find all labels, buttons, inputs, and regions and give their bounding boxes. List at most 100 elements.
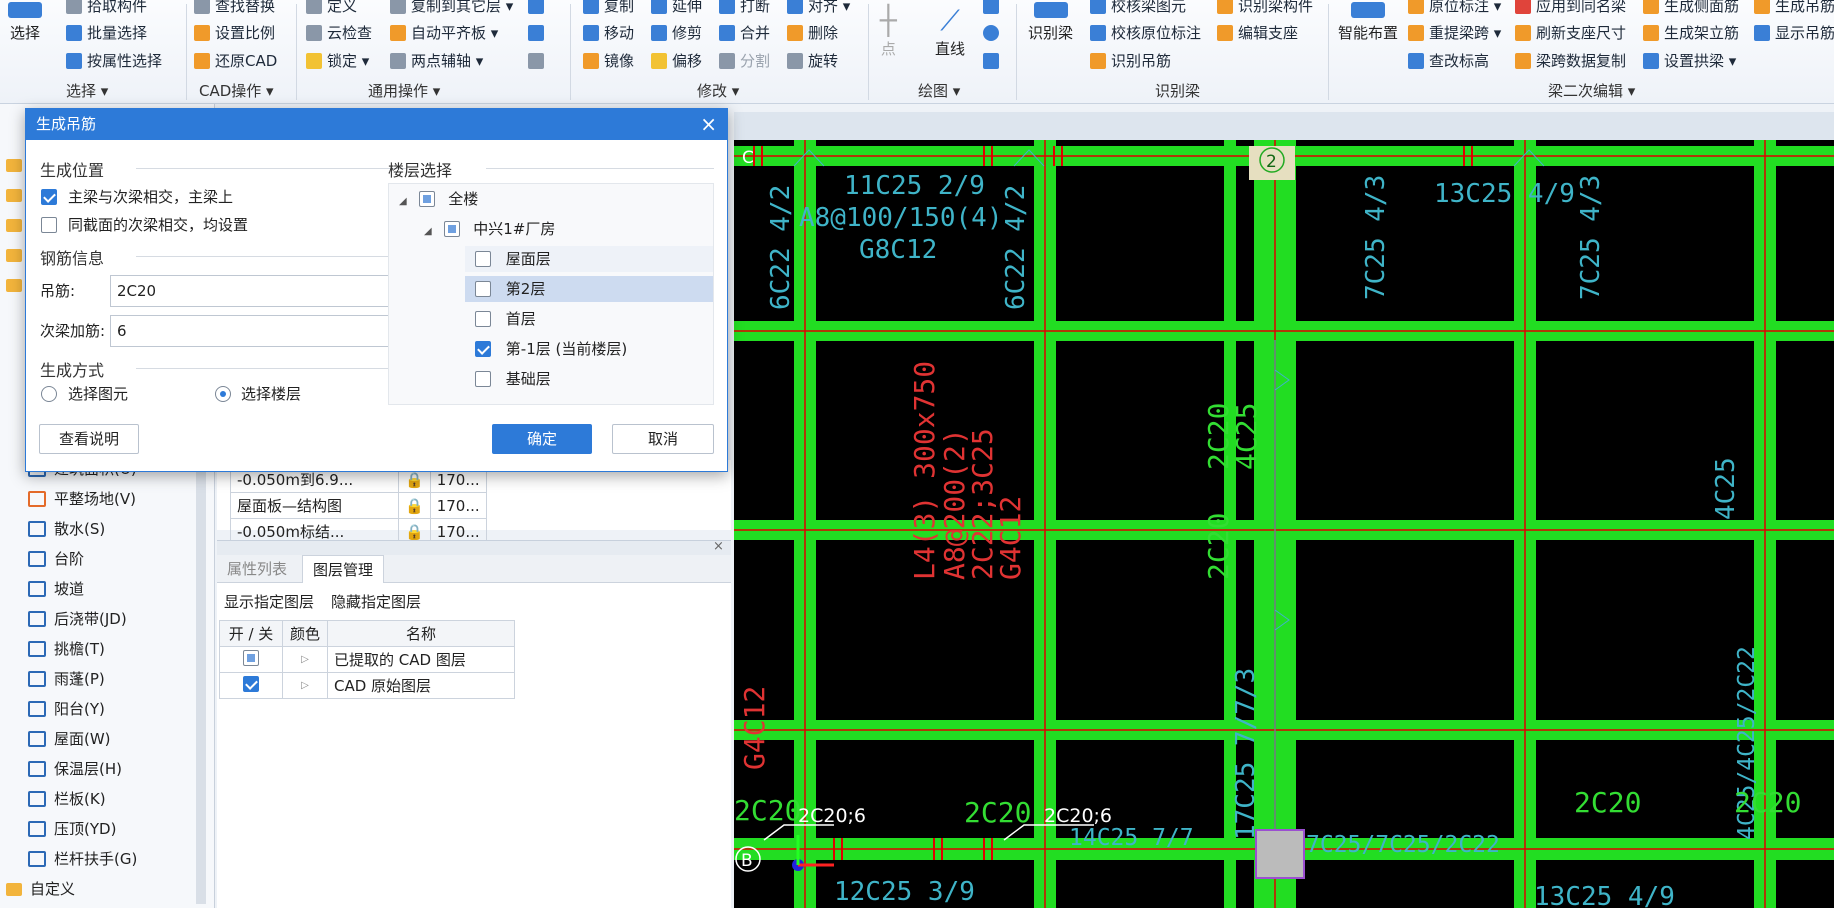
attr-select-button[interactable]: 按属性选择 [66,49,162,73]
restore-cad-button[interactable]: 还原CAD [194,49,277,73]
group-modify[interactable]: 修改 ▾ [697,80,739,102]
group-draw[interactable]: 绘图 ▾ [918,80,960,102]
hanger-input[interactable]: 2C20 [110,275,406,307]
table-row[interactable]: 屋面板—结构图 🔒 170... [230,492,487,519]
nav-item[interactable]: 挑檐(T) [28,636,105,662]
recognize-hanger-button[interactable]: 识别吊筋 [1090,49,1171,73]
opt-same-section-checkbox[interactable] [41,217,57,233]
gen-side-rebar-button[interactable]: 生成侧面筋 [1643,0,1739,18]
lock-button[interactable]: 锁定 ▾ [306,49,369,73]
tree-node-all[interactable]: ◢ 全楼 [399,186,478,212]
two-point-axis-button[interactable]: 两点辅轴 ▾ [390,49,483,73]
nav-item[interactable]: 散水(S) [28,516,105,542]
trim-button[interactable]: 修剪 [651,21,702,45]
copy-button[interactable]: 复制 [583,0,634,18]
cancel-button[interactable]: 取消 [612,424,714,454]
floor-checkbox[interactable] [475,311,491,327]
floor-checkbox[interactable] [475,281,491,297]
tab-properties[interactable]: 属性列表 [217,555,297,583]
collapse-triangle-icon[interactable]: ◢ [424,226,432,237]
split-button[interactable]: 分割 [719,49,770,73]
nav-item[interactable]: 阳台(Y) [28,696,105,722]
gen-erection-rebar-button[interactable]: 生成架立筋 [1643,21,1739,45]
hide-layer-button[interactable]: 隐藏指定图层 [331,591,421,612]
cloud-check-button[interactable]: 云检查 [306,21,372,45]
move-button[interactable]: 移动 [583,21,634,45]
layer-toggle-checkbox[interactable] [243,675,259,692]
batch-select-button[interactable]: 批量选择 [66,21,147,45]
smart-layout-button[interactable]: 智能布置 [1338,2,1398,43]
inplace-mark-button[interactable]: 原位标注 ▾ [1408,0,1501,18]
align-button[interactable]: 对齐 ▾ [787,0,850,18]
apply-same-name-button[interactable]: 应用到同名梁 [1515,0,1626,18]
find-replace-button[interactable]: 查找替换 [194,0,275,18]
close-icon[interactable]: × [713,539,724,554]
edit-elevation-button[interactable]: 查改标高 [1408,49,1489,73]
nav-item[interactable]: 栏杆扶手(G) [28,846,137,872]
opt-same-section-label[interactable]: 同截面的次梁相交，均设置 [68,215,248,235]
all-checkbox[interactable] [419,191,436,207]
floor-checkbox[interactable] [475,371,491,387]
mode-floor-label[interactable]: 选择楼层 [241,384,301,404]
group-select[interactable]: 选择 ▾ [66,80,108,102]
collapse-triangle-icon[interactable]: ◢ [399,196,407,207]
point-button[interactable]: ┼ 点 [880,4,897,59]
show-hanger-toggle[interactable]: 显示吊筋 [1754,21,1834,45]
nav-item[interactable]: 平整场地(V) [28,486,136,512]
extra-rebar-input[interactable]: 6 [110,315,406,347]
layer-toggle-checkbox[interactable] [243,649,259,666]
cad-drawing-canvas[interactable]: C 2 B 2C20;6 2C20;6 11C25 2/9 A8@100/150… [734,140,1834,908]
opt-main-beam-checkbox[interactable] [41,189,57,205]
building-checkbox[interactable] [444,221,461,237]
check-mark-button[interactable]: 校核原位标注 [1090,21,1201,45]
nav-item[interactable]: 栏板(K) [28,786,106,812]
rect-tool[interactable] [983,49,999,73]
nav-item[interactable]: 保温层(H) [28,756,122,782]
ok-button[interactable]: 确定 [492,424,592,454]
tool-extra-3[interactable] [528,49,544,73]
break-button[interactable]: 打断 [719,0,770,18]
pick-component-button[interactable]: 拾取构件 [66,0,147,18]
dialog-titlebar[interactable]: 生成吊筋 × [26,109,727,140]
edit-support-button[interactable]: 编辑支座 [1217,21,1298,45]
arc-tool[interactable] [983,0,999,18]
close-icon[interactable]: × [700,109,717,140]
auto-align-slab-button[interactable]: 自动平齐板 ▾ [390,21,498,45]
show-layer-button[interactable]: 显示指定图层 [224,591,314,612]
recognize-beam-comp-button[interactable]: 识别梁构件 [1217,0,1313,18]
tool-extra-1[interactable] [528,0,544,18]
tree-node-floor[interactable]: 首层 [465,306,536,332]
mode-floor-radio[interactable] [215,386,231,402]
color-triangle-icon[interactable]: ▷ [282,646,328,673]
circle-tool[interactable] [983,21,999,45]
floor-checkbox[interactable] [475,251,491,267]
color-triangle-icon[interactable]: ▷ [282,672,328,699]
select-big-button[interactable]: 选择 [8,2,42,43]
group-cad[interactable]: CAD操作 ▾ [199,80,274,102]
tree-node-floor[interactable]: 屋面层 [465,246,713,272]
nav-folder-custom[interactable]: 自定义 [6,876,75,902]
nav-item[interactable]: 台阶 [28,546,84,572]
copy-span-data-button[interactable]: 梁跨数据复制 [1515,49,1626,73]
define-button[interactable]: 定义 [306,0,357,18]
nav-item[interactable]: 后浇带(JD) [28,606,127,632]
mirror-button[interactable]: 镜像 [583,49,634,73]
line-button[interactable]: ⟋ 直线 [935,4,965,59]
tree-node-floor[interactable]: 第2层 [465,276,713,302]
mode-element-label[interactable]: 选择图元 [68,384,128,404]
nav-item[interactable]: 屋面(W) [28,726,111,752]
floor-checkbox[interactable] [475,341,491,357]
mode-element-radio[interactable] [41,386,57,402]
gen-hanger-button[interactable]: 生成吊筋 [1754,0,1834,18]
help-button[interactable]: 查看说明 [39,424,139,454]
group-common[interactable]: 通用操作 ▾ [368,80,440,102]
table-row[interactable]: ▷ 已提取的 CAD 图层 [219,646,515,673]
tree-node-building[interactable]: ◢ 中兴1#厂房 [424,216,555,242]
delete-button[interactable]: 删除 [787,21,838,45]
set-arch-beam-button[interactable]: 设置拱梁 ▾ [1643,49,1736,73]
copy-to-floor-button[interactable]: 复制到其它层 ▾ [390,0,513,18]
tree-node-floor[interactable]: 基础层 [465,366,551,392]
check-beam-button[interactable]: 校核梁图元 [1090,0,1186,18]
offset-button[interactable]: 偏移 [651,49,702,73]
tab-layers[interactable]: 图层管理 [302,555,385,583]
